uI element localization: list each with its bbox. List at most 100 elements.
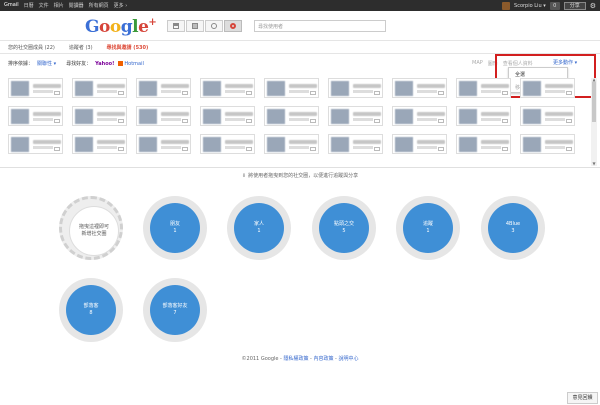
add-to-circle-icon[interactable] — [438, 119, 444, 123]
home-nav-button[interactable] — [167, 20, 185, 32]
person-card[interactable]: WordPress — [392, 78, 447, 98]
add-to-circle-icon[interactable] — [246, 119, 252, 123]
add-to-circle-icon[interactable] — [374, 119, 380, 123]
add-to-circle-icon[interactable] — [54, 119, 60, 123]
add-to-circle-icon[interactable] — [438, 91, 444, 95]
google-plus-logo[interactable]: Google+ — [85, 17, 157, 37]
person-card[interactable]: WordPress — [520, 78, 575, 98]
add-to-circle-icon[interactable] — [310, 91, 316, 95]
person-card[interactable]: clicking — [264, 106, 319, 126]
top-link-docs[interactable]: 文件 — [39, 2, 49, 9]
top-link-reader[interactable]: 閱讀器 — [69, 2, 84, 9]
circle-item[interactable]: 點頭之交 5 — [312, 196, 376, 260]
add-to-circle-icon[interactable] — [118, 147, 124, 151]
add-to-circle-icon[interactable] — [438, 147, 444, 151]
person-card[interactable]: Yahoo — [456, 106, 511, 126]
person-subtitle — [545, 146, 565, 149]
circles-nav-button[interactable] — [224, 20, 242, 32]
profile-nav-button[interactable] — [205, 20, 223, 32]
person-card[interactable] — [520, 134, 575, 154]
person-card[interactable]: Dabbie — [328, 78, 383, 98]
add-to-circle-icon[interactable] — [54, 91, 60, 95]
person-name: WordPress — [225, 140, 253, 144]
person-card[interactable]: WordPress — [264, 78, 319, 98]
person-card[interactable]: WordPress — [8, 78, 63, 98]
add-to-circle-icon[interactable] — [182, 119, 188, 123]
search-input[interactable]: 尋找使用者 — [254, 20, 386, 32]
footer-link-content[interactable]: 內容政策 — [313, 356, 333, 362]
person-card[interactable]: blog — [8, 134, 63, 154]
avatar[interactable] — [502, 1, 511, 10]
add-to-circle-icon[interactable] — [182, 147, 188, 151]
person-card[interactable]: facebook — [264, 134, 319, 154]
circles-icon — [230, 23, 236, 29]
add-to-circle-icon[interactable] — [54, 147, 60, 151]
person-card[interactable]: WordPress — [456, 134, 511, 154]
top-link-gmail[interactable]: Gmail — [4, 2, 19, 9]
person-card[interactable]: WordPress — [136, 106, 191, 126]
top-link-more[interactable]: 更多 › — [114, 2, 128, 9]
add-to-circle-icon[interactable] — [374, 147, 380, 151]
circle-item[interactable]: 4Blue 3 — [481, 196, 545, 260]
add-to-circle-icon[interactable] — [566, 147, 572, 151]
circle-item[interactable]: 部落客 8 — [59, 278, 123, 342]
footer-link-help[interactable]: 說明中心 — [338, 356, 358, 362]
circle-name: 4Blue — [505, 221, 521, 227]
person-card[interactable]: WordPress — [200, 78, 255, 98]
add-to-circle-icon[interactable] — [246, 147, 252, 151]
scrollbar-thumb[interactable] — [592, 82, 596, 122]
top-link-web[interactable]: 所有網頁 — [89, 2, 109, 9]
person-card[interactable]: WordPress — [456, 78, 511, 98]
person-photo — [203, 137, 221, 152]
add-to-circle-icon[interactable] — [310, 147, 316, 151]
grid-scrollbar[interactable]: ▲ ▼ — [591, 78, 597, 166]
circle-count: 1 — [257, 228, 261, 234]
person-card[interactable]: WordPress — [136, 78, 191, 98]
top-link-photos[interactable]: 相片 — [54, 2, 64, 9]
person-card[interactable]: ClickForce — [72, 78, 127, 98]
person-card[interactable]: clickforce — [8, 106, 63, 126]
person-card[interactable]: Mobile01 — [520, 106, 575, 126]
person-card[interactable]: WordPress — [72, 106, 127, 126]
yahoo-import-link[interactable]: Yahoo! — [95, 61, 114, 67]
add-to-circle-icon[interactable] — [566, 91, 572, 95]
feedback-button[interactable]: 意見回饋 — [567, 392, 598, 404]
tab-followers[interactable]: 追蹤者 (3) — [69, 44, 93, 51]
person-card[interactable]: WordPress — [200, 134, 255, 154]
new-circle-dropzone[interactable]: 拖曳這裡即可 新增社交圈 — [59, 196, 123, 260]
share-button[interactable]: 分享 — [563, 1, 586, 10]
scroll-down-icon[interactable]: ▼ — [591, 162, 597, 166]
view-option-map[interactable]: MAP — [472, 60, 483, 67]
circle-item[interactable]: 部落客好友 7 — [143, 278, 207, 342]
person-card[interactable]: cookies — [328, 106, 383, 126]
top-link-calendar[interactable]: 日曆 — [24, 2, 34, 9]
gear-icon[interactable]: ⚙ — [590, 2, 596, 10]
hotmail-import-link[interactable]: Hotmail — [118, 60, 144, 67]
person-card[interactable]: twitter — [392, 134, 447, 154]
add-to-circle-icon[interactable] — [310, 119, 316, 123]
sort-dropdown[interactable]: 關聯性 ▾ — [37, 60, 56, 67]
circle-item[interactable]: 家人 1 — [227, 196, 291, 260]
add-to-circle-icon[interactable] — [118, 91, 124, 95]
person-card[interactable]: WordPress — [392, 106, 447, 126]
tab-in-circles[interactable]: 您的社交圈成員 (22) — [8, 44, 55, 51]
footer-link-privacy[interactable]: 隱私權政策 — [283, 356, 308, 362]
add-to-circle-icon[interactable] — [502, 119, 508, 123]
person-card[interactable]: WordPress — [136, 134, 191, 154]
tab-find-invite[interactable]: 尋找與邀請 (530) — [107, 44, 149, 51]
person-card[interactable]: WordPress — [200, 106, 255, 126]
person-card[interactable]: clickforce — [72, 134, 127, 154]
add-to-circle-icon[interactable] — [246, 91, 252, 95]
add-to-circle-icon[interactable] — [502, 91, 508, 95]
add-to-circle-icon[interactable] — [502, 147, 508, 151]
photos-nav-button[interactable] — [186, 20, 204, 32]
person-card[interactable]: enterprise — [328, 134, 383, 154]
add-to-circle-icon[interactable] — [374, 91, 380, 95]
notification-count[interactable]: 0 — [549, 1, 560, 10]
circle-item[interactable]: 朋友 1 — [143, 196, 207, 260]
add-to-circle-icon[interactable] — [118, 119, 124, 123]
circle-item[interactable]: 追蹤 1 — [396, 196, 460, 260]
user-name-menu[interactable]: Scorpio Liu ▾ — [514, 3, 546, 9]
add-to-circle-icon[interactable] — [566, 119, 572, 123]
add-to-circle-icon[interactable] — [182, 91, 188, 95]
